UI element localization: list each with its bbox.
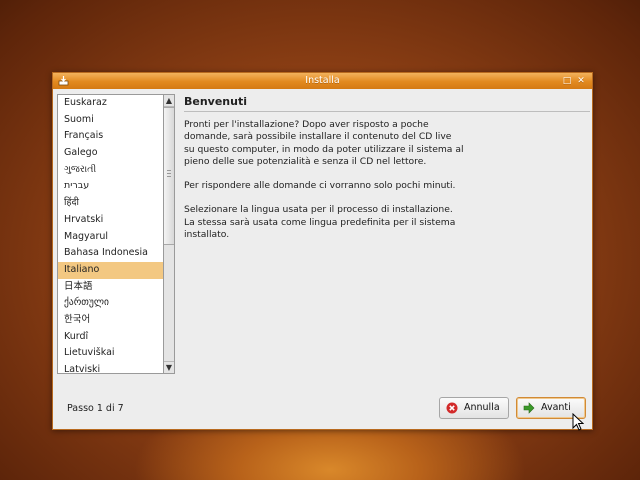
language-list[interactable]: Euskaraz Suomi Français Galego ગુજરાતી ע… [57, 94, 167, 374]
installer-app-icon [58, 76, 69, 86]
list-item[interactable]: Lietuviškai [58, 345, 166, 362]
maximize-icon[interactable]: □ [562, 76, 572, 86]
scroll-down-icon[interactable]: ▼ [164, 361, 174, 373]
cancel-icon [446, 402, 458, 414]
language-instruction-paragraph: Selezionare la lingua usata per il proce… [184, 204, 456, 241]
mouse-pointer-icon [572, 413, 584, 431]
list-item[interactable]: Galego [58, 145, 166, 162]
list-item[interactable]: Bahasa Indonesia [58, 245, 166, 262]
language-list-scrollbar[interactable]: ▲ ▼ [163, 94, 175, 374]
list-item[interactable]: Suomi [58, 112, 166, 129]
window-title: Installa [305, 75, 340, 86]
page-title: Benvenuti [184, 95, 590, 112]
list-item[interactable]: Magyarul [58, 229, 166, 246]
list-item[interactable]: עברית [58, 178, 166, 195]
installer-window: Installa □ ✕ Euskaraz Suomi Français Gal… [52, 72, 593, 430]
welcome-panel: Benvenuti Pronti per l'installazione? Do… [184, 95, 590, 253]
list-item-selected[interactable]: Italiano [58, 261, 166, 279]
scroll-up-icon[interactable]: ▲ [164, 95, 174, 107]
window-titlebar[interactable]: Installa □ ✕ [53, 73, 592, 89]
list-item[interactable]: 日本語 [58, 279, 166, 296]
intro-paragraph: Pronti per l'installazione? Dopo aver ri… [184, 119, 464, 167]
arrow-right-icon [523, 402, 535, 414]
close-icon[interactable]: ✕ [576, 76, 586, 86]
cancel-button-label: Annulla [464, 402, 500, 413]
list-item[interactable]: 한국어 [58, 312, 166, 329]
next-button-label: Avanti [541, 402, 571, 413]
list-item[interactable]: हिंदी [58, 195, 166, 212]
grip-icon [167, 170, 171, 178]
list-item[interactable]: Latviski [58, 362, 166, 373]
list-item[interactable]: Hrvatski [58, 212, 166, 229]
list-item[interactable]: Kurdî [58, 329, 166, 346]
scrollbar-thumb[interactable] [164, 107, 174, 245]
step-indicator: Passo 1 di 7 [67, 403, 124, 414]
cancel-button[interactable]: Annulla [439, 397, 509, 419]
list-item[interactable]: Euskaraz [58, 95, 166, 112]
list-item[interactable]: ગુજરાતી [58, 162, 166, 179]
list-item[interactable]: ქართული [58, 295, 166, 312]
list-item[interactable]: Français [58, 128, 166, 145]
duration-paragraph: Per rispondere alle domande ci vorranno … [184, 180, 456, 192]
